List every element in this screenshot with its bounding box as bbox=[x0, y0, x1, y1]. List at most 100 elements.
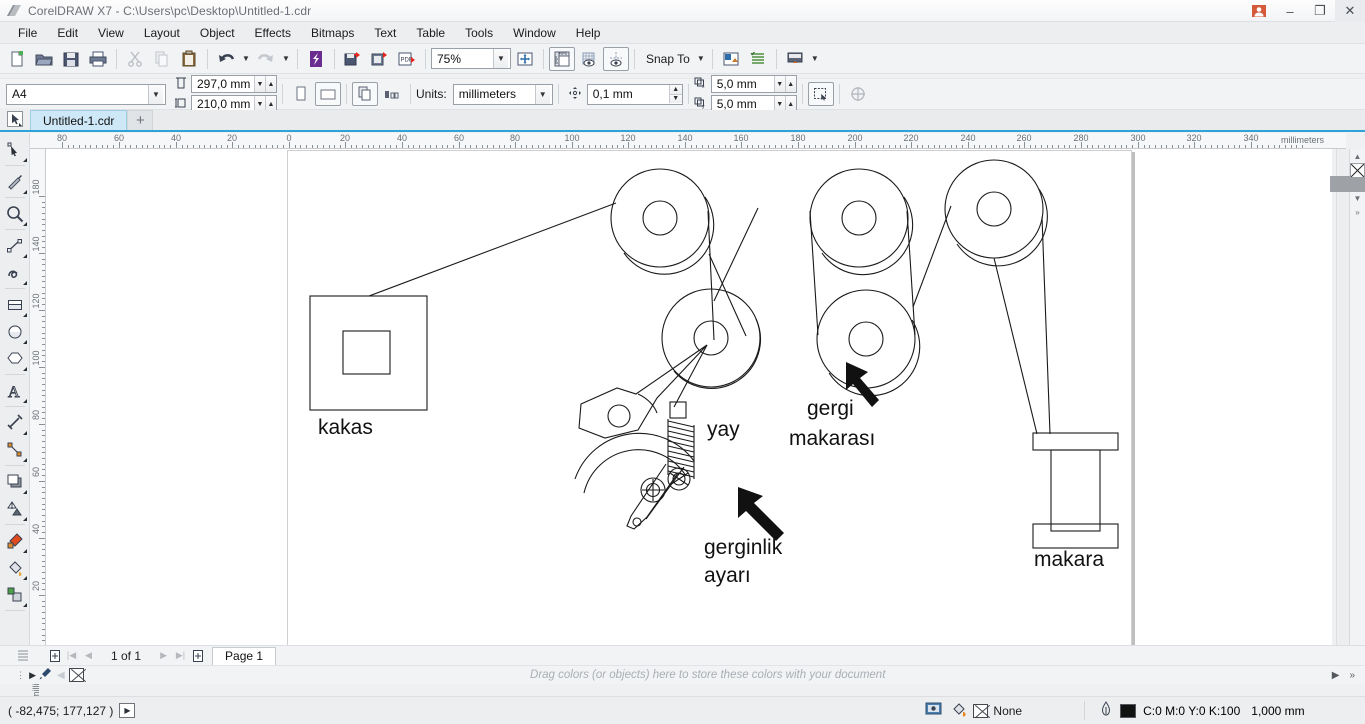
docker-strip[interactable] bbox=[1336, 149, 1350, 649]
color-eyedropper-tool[interactable] bbox=[2, 527, 28, 554]
first-page-button[interactable]: |◀ bbox=[63, 647, 80, 664]
minimize-button[interactable]: – bbox=[1275, 0, 1305, 22]
new-document-tab-button[interactable]: + bbox=[127, 110, 153, 130]
chevron-down-icon[interactable]: ▼ bbox=[148, 85, 163, 104]
transparency-tool[interactable] bbox=[2, 495, 28, 522]
units-combo[interactable]: millimeters ▼ bbox=[453, 84, 553, 105]
menu-window[interactable]: Window bbox=[503, 24, 566, 42]
text-tool[interactable]: A bbox=[2, 377, 28, 404]
zoom-level-combo[interactable]: 75% ▼ bbox=[431, 48, 511, 69]
current-page-button[interactable] bbox=[379, 82, 405, 106]
all-pages-button[interactable] bbox=[352, 82, 378, 106]
redo-dropdown-arrow-icon[interactable]: ▼ bbox=[280, 48, 292, 70]
portrait-button[interactable] bbox=[288, 82, 314, 106]
palette-scroll-left-dim[interactable]: ◀ bbox=[57, 670, 65, 681]
zoom-tool[interactable] bbox=[2, 200, 28, 227]
landscape-button[interactable] bbox=[315, 82, 341, 106]
close-button[interactable]: ✕ bbox=[1335, 0, 1365, 22]
redo-button[interactable] bbox=[253, 47, 279, 71]
shape-tool[interactable] bbox=[2, 136, 28, 163]
nudge-down-icon[interactable]: ▼ bbox=[669, 94, 682, 103]
launcher-dropdown-arrow-icon[interactable]: ▼ bbox=[809, 48, 821, 70]
document-tab-untitled-1[interactable]: Untitled-1.cdr bbox=[30, 110, 127, 130]
menu-table[interactable]: Table bbox=[406, 24, 455, 42]
menu-effects[interactable]: Effects bbox=[245, 24, 301, 42]
fill-status[interactable]: None bbox=[951, 702, 1022, 720]
chevron-down-icon[interactable]: ▼ bbox=[535, 85, 550, 104]
options-button[interactable] bbox=[718, 47, 744, 71]
fill-none-swatch[interactable] bbox=[973, 704, 988, 718]
dup-x-up-icon[interactable]: ▲ bbox=[785, 76, 796, 92]
palette-expand[interactable]: » bbox=[1350, 205, 1365, 219]
interactive-fill-tool[interactable] bbox=[2, 581, 28, 608]
snap-target-button[interactable] bbox=[845, 82, 871, 106]
menu-help[interactable]: Help bbox=[566, 24, 611, 42]
show-guidelines-button[interactable] bbox=[603, 47, 629, 71]
page-width-input[interactable]: 297,0 mm ▼▲ bbox=[191, 75, 277, 93]
page-tab-page1[interactable]: Page 1 bbox=[212, 647, 276, 665]
menu-edit[interactable]: Edit bbox=[47, 24, 88, 42]
drop-shadow-tool[interactable] bbox=[2, 468, 28, 495]
ellipse-tool[interactable] bbox=[2, 318, 28, 345]
undo-dropdown-arrow-icon[interactable]: ▼ bbox=[240, 48, 252, 70]
object-manager-button[interactable] bbox=[745, 47, 771, 71]
menu-view[interactable]: View bbox=[88, 24, 134, 42]
full-screen-preview-button[interactable] bbox=[512, 47, 538, 71]
palette-scroll-up[interactable]: ▲ bbox=[1350, 149, 1365, 163]
previous-page-button[interactable]: ◀ bbox=[80, 647, 97, 664]
palette-drag-handle[interactable]: ⋮ bbox=[16, 670, 25, 681]
snap-to-dropdown-arrow-icon[interactable]: ▼ bbox=[695, 48, 707, 70]
nudge-distance-input[interactable]: 0,1 mm ▲ ▼ bbox=[587, 84, 683, 105]
export-button[interactable] bbox=[367, 47, 393, 71]
treat-as-filled-button[interactable] bbox=[808, 82, 834, 106]
palette-none-swatch[interactable] bbox=[69, 668, 84, 682]
paste-button[interactable] bbox=[176, 47, 202, 71]
chevron-down-icon[interactable]: ▼ bbox=[493, 49, 508, 68]
menu-tools[interactable]: Tools bbox=[455, 24, 503, 42]
color-palette[interactable]: ▲ ▼ » bbox=[1349, 149, 1365, 649]
add-page-end-button[interactable] bbox=[189, 647, 206, 664]
cut-button[interactable] bbox=[122, 47, 148, 71]
copy-button[interactable] bbox=[149, 47, 175, 71]
palette-scroll-down[interactable]: ▼ bbox=[1350, 191, 1365, 205]
parallel-dimension-tool[interactable] bbox=[2, 409, 28, 436]
menu-file[interactable]: File bbox=[8, 24, 47, 42]
artistic-media-tool[interactable] bbox=[2, 259, 28, 286]
crop-tool[interactable] bbox=[2, 168, 28, 195]
publish-pdf-button[interactable]: PDF bbox=[394, 47, 420, 71]
snap-to-label[interactable]: Snap To bbox=[640, 52, 694, 66]
maximize-button[interactable]: ❐ bbox=[1305, 0, 1335, 22]
vertical-ruler[interactable]: 18014012010080604020 bbox=[30, 149, 46, 649]
page-width-down-icon[interactable]: ▼ bbox=[254, 76, 265, 92]
last-page-button[interactable]: ▶| bbox=[172, 647, 189, 664]
palette-scroll-right[interactable]: ▶ bbox=[1332, 670, 1340, 681]
corel-connect-button[interactable] bbox=[303, 47, 329, 71]
fill-tool[interactable] bbox=[2, 554, 28, 581]
palette-scroll-more[interactable]: » bbox=[1349, 670, 1355, 681]
palette-scroll-left[interactable]: ▶ bbox=[29, 670, 36, 681]
save-document-button[interactable] bbox=[58, 47, 84, 71]
straight-line-connector-tool[interactable] bbox=[2, 436, 28, 463]
menu-text[interactable]: Text bbox=[364, 24, 406, 42]
drawing-canvas[interactable]: kakas yay gergi makarası gerginlik ayarı… bbox=[46, 149, 1332, 649]
menu-bitmaps[interactable]: Bitmaps bbox=[301, 24, 364, 42]
duplicate-distance-x-input[interactable]: 5,0 mm ▼▲ bbox=[711, 75, 797, 93]
palette-eyedropper-icon[interactable] bbox=[38, 666, 53, 684]
pick-tool-icon[interactable] bbox=[0, 108, 30, 130]
nudge-up-icon[interactable]: ▲ bbox=[669, 85, 682, 94]
menu-object[interactable]: Object bbox=[190, 24, 245, 42]
print-button[interactable] bbox=[85, 47, 111, 71]
user-account-icon[interactable] bbox=[1249, 3, 1269, 19]
color-proof-icon[interactable] bbox=[925, 702, 942, 720]
application-launcher-button[interactable] bbox=[782, 47, 808, 71]
rectangle-tool[interactable] bbox=[2, 291, 28, 318]
undo-button[interactable] bbox=[213, 47, 239, 71]
open-document-button[interactable] bbox=[31, 47, 57, 71]
status-expand-button[interactable]: ▶ bbox=[119, 703, 135, 718]
page-size-combo[interactable]: A4 ▼ bbox=[6, 84, 166, 105]
dup-x-down-icon[interactable]: ▼ bbox=[774, 76, 785, 92]
polygon-tool[interactable] bbox=[2, 345, 28, 372]
page-width-up-icon[interactable]: ▲ bbox=[265, 76, 276, 92]
palette-none-swatch[interactable] bbox=[1350, 163, 1365, 178]
horizontal-ruler[interactable]: 8060402002040608010012014016018020022024… bbox=[30, 133, 1346, 149]
